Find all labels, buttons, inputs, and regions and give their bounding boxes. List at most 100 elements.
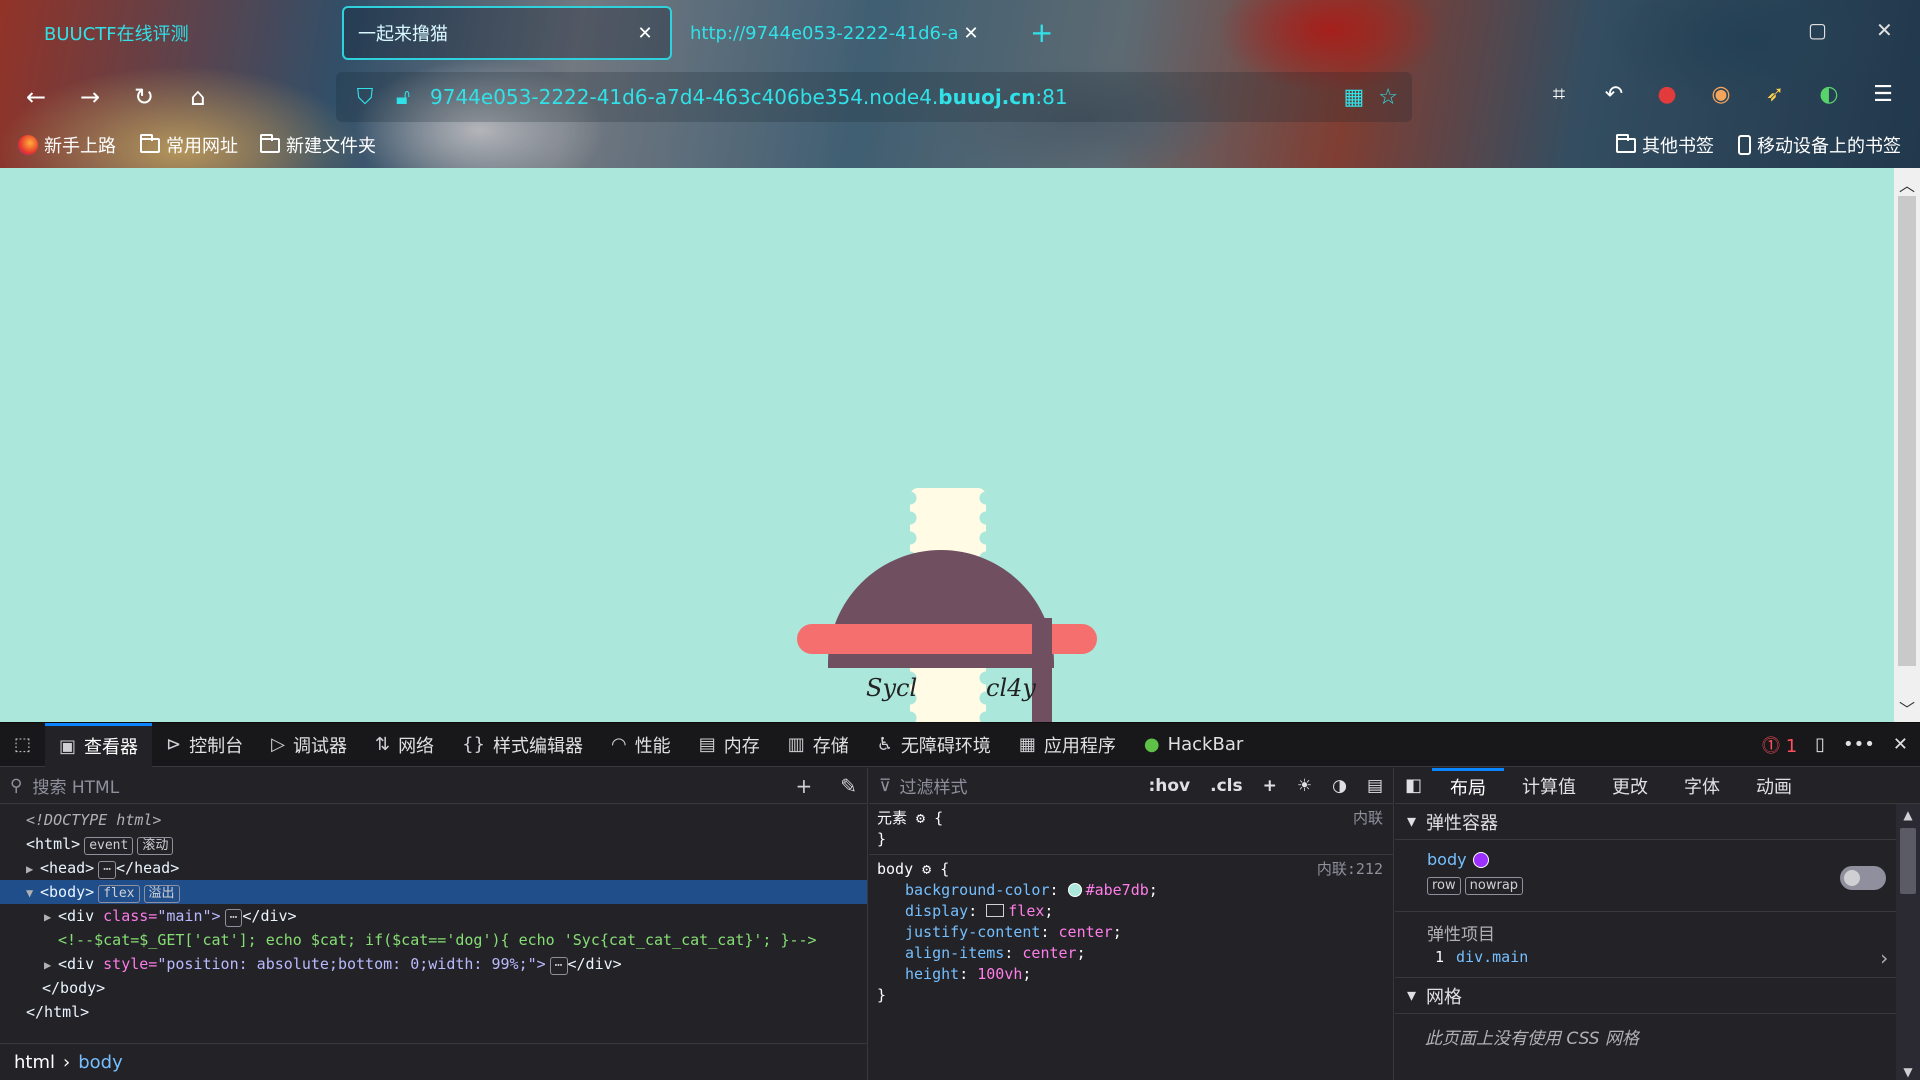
tab-inspector[interactable]: ▣ 查看器	[45, 722, 153, 767]
bookmark-item[interactable]: 常用网址	[140, 132, 238, 158]
tab-network[interactable]: ⇅ 网络	[361, 723, 448, 767]
tree-node[interactable]: </html>	[0, 1000, 867, 1024]
bookmark-star-icon[interactable]: ☆	[1378, 85, 1398, 110]
rule-source[interactable]: 内联	[1353, 808, 1383, 829]
extension-icon[interactable]: ●	[1650, 82, 1684, 107]
css-declaration[interactable]: justify-content: center;	[877, 922, 1385, 943]
tree-node[interactable]: </body>	[0, 976, 867, 1000]
tree-node[interactable]: ▶ <div class="main"> ⋯ </div>	[0, 904, 867, 928]
grid-icon: ▦	[1018, 734, 1036, 755]
tab-layout[interactable]: 布局	[1432, 767, 1505, 804]
eyedropper-icon[interactable]: ✎	[840, 774, 857, 798]
add-rule-icon[interactable]: +	[1263, 776, 1277, 796]
qr-code-icon[interactable]: ▦	[1343, 85, 1364, 110]
hov-button[interactable]: :hov	[1148, 776, 1190, 796]
tab-buuctf[interactable]: BUUCTF在线评测	[30, 6, 360, 60]
flex-item-row[interactable]: 1 div.main ›	[1395, 942, 1920, 978]
url-bar[interactable]: ⛉ 🔓︎ 9744e053-2222-41d6-a7d4-463c406be35…	[336, 72, 1412, 122]
close-icon[interactable]: ✕	[634, 23, 656, 44]
scroll-thumb[interactable]	[1900, 828, 1916, 894]
lock-icon[interactable]: 🔓︎	[384, 85, 422, 110]
tab-active[interactable]: 一起来撸猫 ✕	[342, 6, 672, 60]
breadcrumb-body[interactable]: body	[78, 1052, 123, 1073]
tab-memory[interactable]: ▤ 内存	[685, 723, 774, 767]
undo-icon[interactable]: ↶	[1597, 82, 1631, 107]
print-media-icon[interactable]: ▤	[1367, 776, 1383, 796]
tab-style-editor[interactable]: {} 样式编辑器	[448, 723, 597, 767]
flex-container-header[interactable]: ▾ 弹性容器	[1395, 804, 1920, 840]
close-window-icon[interactable]: ✕	[1876, 18, 1893, 42]
menu-icon[interactable]: ☰	[1866, 82, 1900, 107]
tree-node-selected[interactable]: ▼ <body> flex 溢出	[0, 880, 867, 904]
rule-source[interactable]: 内联:212	[1317, 859, 1383, 880]
tree-node[interactable]: ▶ <div style="position: absolute;bottom: …	[0, 952, 867, 976]
element-picker-icon[interactable]: ⬚	[0, 723, 45, 767]
scroll-down-icon[interactable]: ﹀	[1894, 696, 1920, 720]
dock-icon[interactable]: ▯	[1815, 734, 1825, 755]
tab-computed[interactable]: 计算值	[1504, 768, 1594, 804]
tree-comment-node[interactable]: <!--$cat=$_GET['cat']; echo $cat; if($ca…	[0, 928, 867, 952]
sidebar-scrollbar[interactable]: ▲ ▼	[1896, 804, 1920, 1080]
color-swatch[interactable]	[1067, 883, 1082, 897]
tab-url[interactable]: http://9744e053-2222-41d6-a7d ✕	[676, 6, 996, 60]
flexbox-icon[interactable]	[986, 904, 1005, 917]
scroll-up-icon[interactable]: ︿	[1894, 172, 1920, 196]
css-declaration[interactable]: background-color: #abe7db;	[877, 880, 1385, 901]
more-options-icon[interactable]: •••	[1843, 734, 1875, 755]
maximize-icon[interactable]: ▢	[1808, 18, 1827, 42]
back-icon[interactable]: ←	[16, 80, 56, 114]
tree-node[interactable]: ▶ <head> ⋯ </head>	[0, 856, 867, 880]
close-icon[interactable]: ✕	[960, 23, 982, 44]
flex-highlight-toggle[interactable]	[1840, 866, 1886, 890]
filter-styles-input[interactable]: 过滤样式	[899, 773, 967, 798]
grid-empty-message: 此页面上没有使用 CSS 网格	[1425, 1029, 1639, 1049]
tab-fonts[interactable]: 字体	[1666, 768, 1738, 804]
tree-node[interactable]: <html> event 滚动	[0, 832, 867, 856]
add-node-icon[interactable]: +	[795, 774, 812, 798]
crop-icon[interactable]: ⌗	[1542, 82, 1576, 107]
bookmark-mobile[interactable]: 移动设备上的书签	[1738, 132, 1901, 158]
dark-theme-icon[interactable]: ◑	[1332, 776, 1347, 796]
html-search-bar[interactable]: ⚲ 搜索 HTML + ✎	[0, 768, 867, 804]
tab-console[interactable]: ⊳ 控制台	[152, 723, 257, 767]
scroll-up-icon[interactable]: ▲	[1896, 808, 1920, 822]
light-theme-icon[interactable]: ☀	[1297, 776, 1312, 796]
gear-icon[interactable]: ⚙	[922, 860, 931, 878]
tab-performance[interactable]: ◠ 性能	[597, 723, 685, 767]
error-indicator[interactable]: ⓵ 1	[1762, 732, 1797, 758]
rocket-icon[interactable]: ➶	[1758, 82, 1792, 107]
new-tab-button[interactable]: +	[1030, 16, 1053, 49]
tab-debugger[interactable]: ▷ 调试器	[257, 723, 361, 767]
page-scrollbar[interactable]: ︿ ﹀	[1894, 168, 1920, 722]
close-devtools-icon[interactable]: ✕	[1893, 734, 1908, 755]
shield-icon[interactable]: ⛉	[346, 85, 384, 110]
scroll-thumb[interactable]	[1898, 196, 1916, 666]
home-icon[interactable]: ⌂	[178, 80, 218, 114]
css-declaration[interactable]: align-items: center;	[877, 943, 1385, 964]
gear-icon[interactable]: ⚙	[916, 809, 925, 827]
extension-icon[interactable]: ◉	[1704, 82, 1738, 107]
extension-icon[interactable]: ◐	[1812, 82, 1846, 107]
breadcrumb-html[interactable]: html	[14, 1052, 55, 1073]
scroll-down-icon[interactable]: ▼	[1896, 1065, 1920, 1079]
toggle-sidebar-icon[interactable]: ◧	[1395, 768, 1432, 804]
highlight-color-swatch[interactable]	[1472, 852, 1489, 868]
tab-animations[interactable]: 动画	[1738, 768, 1810, 804]
css-declaration[interactable]: display: flex;	[877, 901, 1385, 922]
grid-header[interactable]: ▾ 网格	[1395, 978, 1920, 1014]
bookmark-item[interactable]: 新手上路	[18, 132, 116, 158]
tab-accessibility[interactable]: ♿︎ 无障碍环境	[863, 723, 1005, 767]
tab-changes[interactable]: 更改	[1594, 768, 1666, 804]
cls-button[interactable]: .cls	[1210, 776, 1242, 796]
url-text[interactable]: 9744e053-2222-41d6-a7d4-463c406be354.nod…	[430, 85, 1068, 109]
bookmark-item[interactable]: 新建文件夹	[260, 132, 376, 158]
tree-node[interactable]: <!DOCTYPE html>	[0, 808, 867, 832]
search-input[interactable]: 搜索 HTML	[32, 773, 119, 798]
reload-icon[interactable]: ↻	[124, 80, 164, 114]
css-declaration[interactable]: height: 100vh;	[877, 964, 1385, 985]
forward-icon[interactable]: →	[70, 80, 110, 114]
tab-storage[interactable]: ▥ 存储	[774, 723, 863, 767]
tab-application[interactable]: ▦ 应用程序	[1005, 723, 1130, 767]
tab-hackbar[interactable]: ● HackBar	[1130, 723, 1257, 767]
bookmark-other[interactable]: 其他书签	[1616, 132, 1714, 158]
